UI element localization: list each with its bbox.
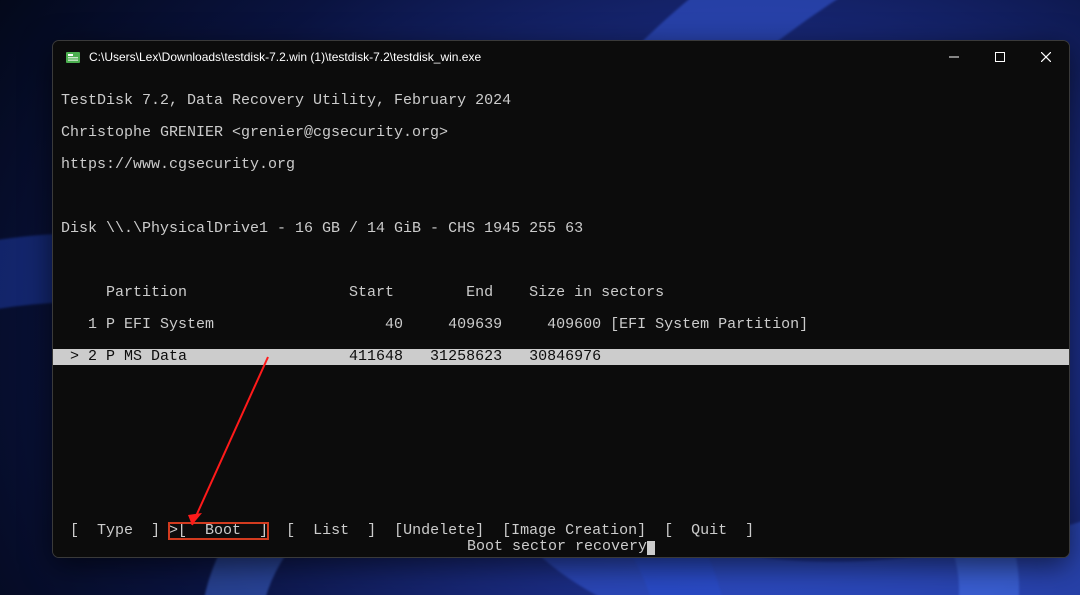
terminal-content[interactable]: TestDisk 7.2, Data Recovery Utility, Feb… xyxy=(53,73,1069,557)
header-line: https://www.cgsecurity.org xyxy=(53,157,1069,173)
close-button[interactable] xyxy=(1023,41,1069,73)
header-line: TestDisk 7.2, Data Recovery Utility, Feb… xyxy=(53,93,1069,109)
annotation-arrow-icon xyxy=(178,355,278,535)
menu-row: [ Type ] >[ Boot ] [ List ] [Undelete] [… xyxy=(53,523,762,539)
titlebar[interactable]: C:\Users\Lex\Downloads\testdisk-7.2.win … xyxy=(53,41,1069,73)
partition-row-selected[interactable]: > 2 P MS Data 411648 31258623 30846976 xyxy=(53,349,1069,365)
text-cursor xyxy=(647,541,655,555)
desktop-background: C:\Users\Lex\Downloads\testdisk-7.2.win … xyxy=(0,0,1080,595)
app-icon xyxy=(65,49,81,65)
blank-line xyxy=(53,189,1069,205)
window-controls xyxy=(931,41,1069,73)
terminal-window: C:\Users\Lex\Downloads\testdisk-7.2.win … xyxy=(52,40,1070,558)
disk-line: Disk \\.\PhysicalDrive1 - 16 GB / 14 GiB… xyxy=(53,221,1069,237)
menu-hint: Boot sector recovery xyxy=(53,539,1069,555)
window-title: C:\Users\Lex\Downloads\testdisk-7.2.win … xyxy=(89,50,931,64)
partition-row[interactable]: 1 P EFI System 40 409639 409600 [EFI Sys… xyxy=(53,317,1069,333)
header-line: Christophe GRENIER <grenier@cgsecurity.o… xyxy=(53,125,1069,141)
maximize-button[interactable] xyxy=(977,41,1023,73)
minimize-button[interactable] xyxy=(931,41,977,73)
menu-rest[interactable]: [ List ] [Undelete] [Image Creation] [ Q… xyxy=(268,523,754,539)
menu-type[interactable]: [ Type ] xyxy=(61,523,169,539)
menu-boot[interactable]: >[ Boot ] xyxy=(169,523,268,539)
blank-line xyxy=(53,253,1069,269)
partition-table-header: Partition Start End Size in sectors xyxy=(53,285,1069,301)
